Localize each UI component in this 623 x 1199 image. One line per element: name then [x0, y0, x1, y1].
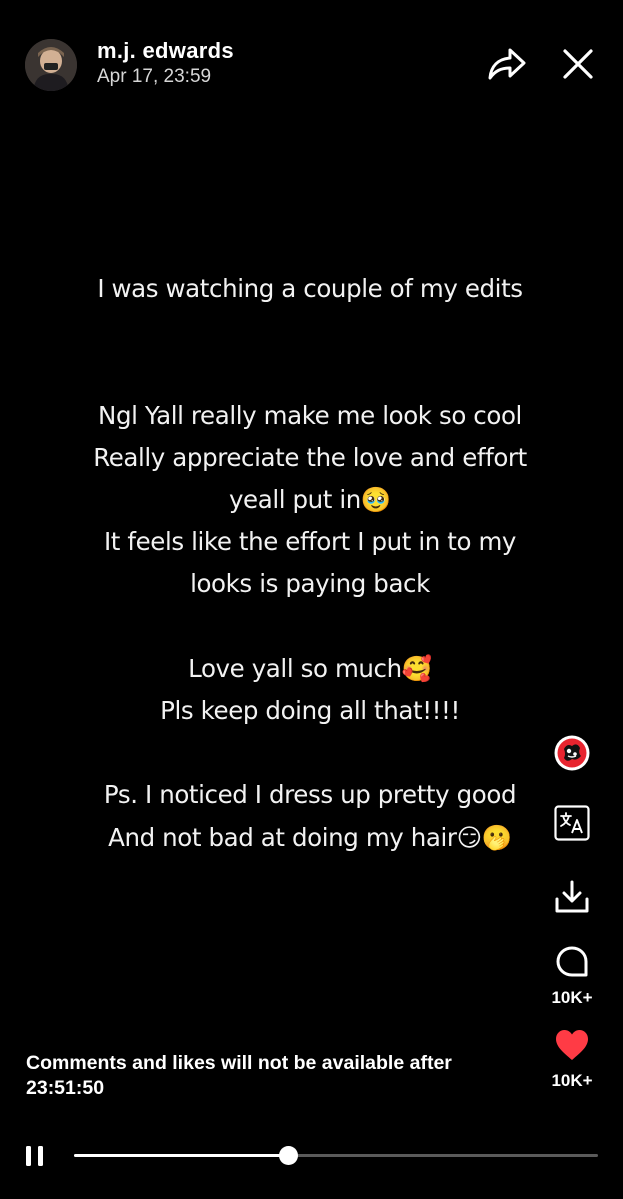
heart-icon: [556, 1030, 588, 1060]
sticker-icon: [554, 735, 590, 771]
progress-bar[interactable]: [74, 1146, 598, 1165]
like-button[interactable]: 10K+: [550, 1026, 594, 1092]
download-icon: [555, 880, 589, 913]
share-button[interactable]: [486, 44, 528, 84]
share-arrow-icon: [488, 48, 526, 80]
pause-icon-bar: [38, 1146, 43, 1166]
comment-button[interactable]: 10K+: [550, 945, 594, 1011]
translate-button[interactable]: [554, 805, 590, 841]
availability-notice: Comments and likes will not be available…: [26, 1052, 452, 1099]
progress-scrubber[interactable]: [279, 1146, 299, 1165]
close-button[interactable]: [558, 44, 598, 84]
download-button[interactable]: [553, 878, 591, 916]
pause-icon: [26, 1146, 31, 1166]
progress-fill: [74, 1154, 289, 1157]
avatar[interactable]: [25, 39, 77, 91]
translate-icon: [554, 805, 590, 841]
comment-bubble-icon: [556, 946, 588, 977]
post-header: m.j. edwards Apr 17, 23:59: [0, 0, 623, 130]
like-count: 10K+: [551, 1071, 593, 1090]
sticker-button[interactable]: [553, 734, 591, 772]
pause-button[interactable]: [22, 1142, 50, 1170]
post-body-text: I was watching a couple of my edits Ngl …: [93, 274, 527, 852]
close-icon: [563, 49, 593, 79]
post-timestamp: Apr 17, 23:59: [97, 66, 212, 87]
user-name[interactable]: m.j. edwards: [97, 38, 234, 64]
avatar-image: [25, 39, 77, 91]
comment-count: 10K+: [551, 988, 593, 1007]
